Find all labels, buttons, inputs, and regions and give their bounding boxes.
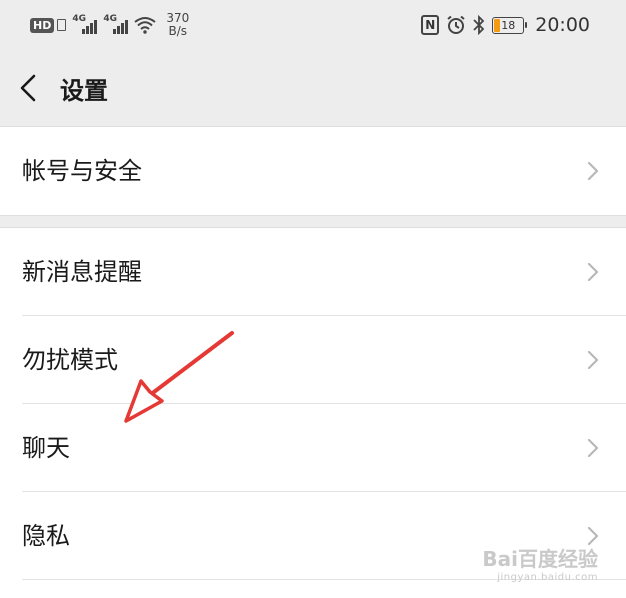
battery-level: 18 <box>501 18 516 32</box>
network-type-2: 4G <box>103 14 117 24</box>
chevron-right-icon <box>587 161 599 181</box>
battery-icon: 18 <box>492 16 528 34</box>
chevron-left-icon <box>20 74 36 102</box>
network-speed: 370 B/s <box>166 12 189 38</box>
watermark-url: jingyan.baidu.com <box>497 572 598 583</box>
signal-icon-2: 4G <box>103 14 129 34</box>
chevron-right-icon <box>587 262 599 282</box>
header-bar: 设置 <box>0 55 626 123</box>
hd-icon: HD <box>30 17 55 33</box>
status-left: HD 4G 4G 370 B/s <box>30 10 189 40</box>
chevron-right-icon <box>587 350 599 370</box>
network-speed-value: 370 <box>166 11 190 25</box>
settings-item-label: 新消息提醒 <box>22 258 142 286</box>
alarm-icon <box>447 15 465 34</box>
watermark-logo: Bai百度经验 <box>482 547 598 571</box>
settings-item-new-message-alerts[interactable]: 新消息提醒 <box>0 228 626 316</box>
page-title: 设置 <box>60 77 108 105</box>
nfc-icon: N <box>421 15 440 35</box>
settings-group-account: 帐号与安全 <box>0 126 626 216</box>
settings-item-label: 勿扰模式 <box>22 346 118 374</box>
status-time: 20:00 <box>535 14 590 36</box>
sim-icon <box>57 19 67 31</box>
battery-fill <box>494 18 501 32</box>
settings-item-label: 隐私 <box>22 522 70 550</box>
status-right: N 18 20:00 <box>421 10 590 40</box>
network-speed-unit: B/s <box>168 24 188 38</box>
watermark: Bai百度经验 jingyan.baidu.com <box>482 543 598 583</box>
wifi-icon <box>134 17 156 34</box>
settings-item-label: 帐号与安全 <box>22 157 142 185</box>
status-bar: HD 4G 4G 370 B/s N 18 20:00 <box>0 0 626 50</box>
settings-item-chat[interactable]: 聊天 <box>0 404 626 492</box>
signal-icon-1: 4G <box>72 14 98 34</box>
settings-item-account-security[interactable]: 帐号与安全 <box>0 127 626 215</box>
back-button[interactable] <box>14 67 48 109</box>
settings-item-label: 聊天 <box>22 434 70 462</box>
network-type-1: 4G <box>72 14 86 24</box>
bluetooth-icon <box>473 15 485 35</box>
settings-item-do-not-disturb[interactable]: 勿扰模式 <box>0 316 626 404</box>
chevron-right-icon <box>587 438 599 458</box>
